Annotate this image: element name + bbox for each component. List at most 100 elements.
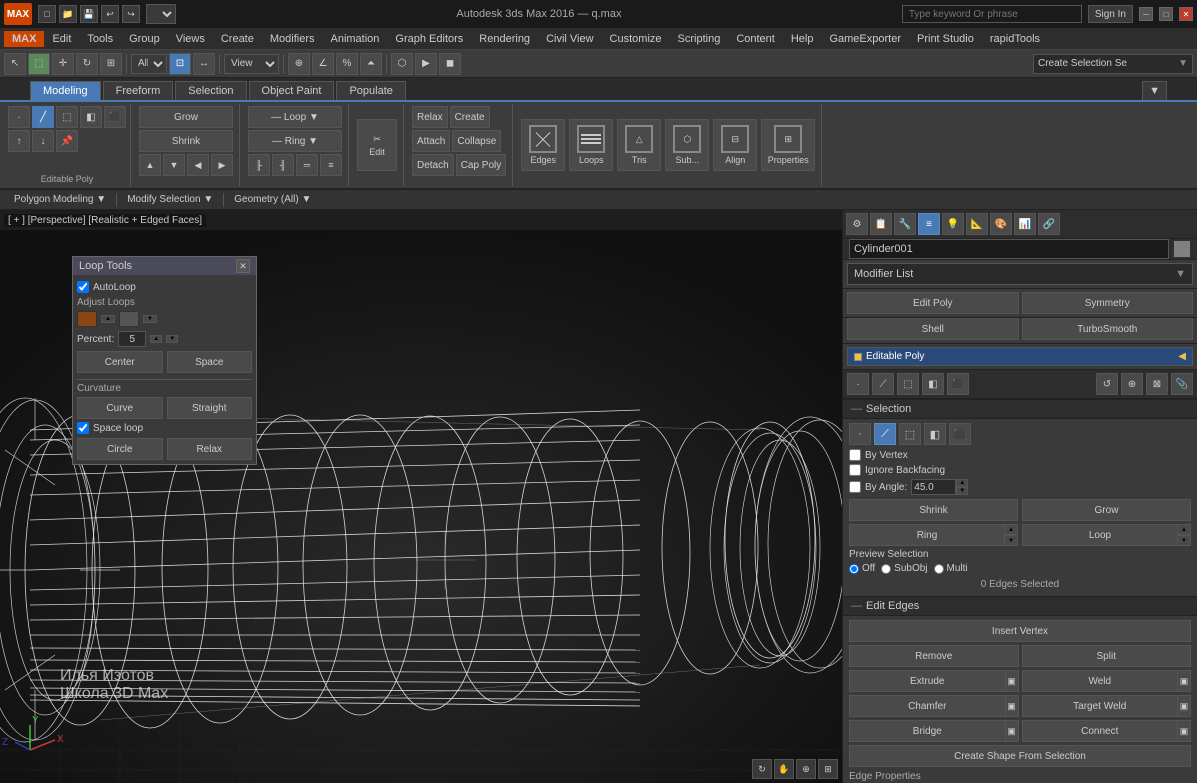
angle-up-btn[interactable]: ▲: [956, 479, 968, 487]
off-radio[interactable]: [849, 564, 859, 574]
obj-name-input[interactable]: [849, 239, 1169, 259]
loop-arrow-left-btn[interactable]: ◀: [187, 154, 209, 176]
align-btn[interactable]: ⊟ Align: [713, 119, 757, 171]
collapse-btn[interactable]: Collapse: [452, 130, 501, 152]
percent-input[interactable]: [118, 331, 146, 347]
vp-zoom-btn[interactable]: ⊕: [796, 759, 816, 779]
new-btn[interactable]: □: [38, 5, 56, 23]
percent-snap-btn[interactable]: %: [336, 53, 358, 75]
menu-print-studio[interactable]: Print Studio: [909, 31, 982, 47]
loop-up-btn[interactable]: ▲: [1177, 524, 1191, 535]
sel-shrink-btn[interactable]: Shrink: [849, 499, 1018, 521]
scale-btn[interactable]: ⊞: [100, 53, 122, 75]
space-btn[interactable]: Space: [167, 351, 253, 373]
target-weld-btn[interactable]: Target Weld: [1022, 695, 1178, 717]
loop-tools-close-btn[interactable]: ✕: [236, 259, 250, 273]
search-box[interactable]: [902, 5, 1082, 23]
by-angle-checkbox[interactable]: [849, 481, 861, 493]
modify-selection-label[interactable]: Modify Selection ▼: [121, 193, 219, 206]
create-btn[interactable]: Create: [450, 106, 490, 128]
angle-dn-btn[interactable]: ▼: [956, 487, 968, 495]
create-shape-btn[interactable]: Create Shape From Selection: [849, 745, 1191, 767]
weld-btn[interactable]: Weld: [1022, 670, 1178, 692]
symmetry-btn[interactable]: Symmetry: [1022, 292, 1194, 314]
off-radio-label[interactable]: Off: [849, 563, 875, 574]
relax-lt-btn[interactable]: Relax: [167, 438, 253, 460]
search-input[interactable]: [909, 9, 1075, 20]
weld-arrow-btn[interactable]: ▣: [1177, 670, 1191, 692]
workspace-dropdown[interactable]: Workspace: Default: [146, 4, 176, 24]
modifier-list-dropdown[interactable]: Modifier List ▼: [847, 263, 1193, 285]
rp-icon-1[interactable]: ⚙: [846, 213, 868, 235]
cap-poly-btn[interactable]: Cap Poly: [456, 154, 507, 176]
ep-face-btn[interactable]: ◧: [80, 106, 102, 128]
ep-element-btn[interactable]: ⬛: [104, 106, 126, 128]
loop-tools-title-bar[interactable]: Loop Tools ✕: [73, 257, 256, 275]
sel-grow-btn[interactable]: Grow: [1022, 499, 1191, 521]
percent-up-btn[interactable]: ▲: [150, 335, 162, 343]
minimize-btn[interactable]: ─: [1139, 7, 1153, 21]
rp-icon-9[interactable]: 🔗: [1038, 213, 1060, 235]
open-btn[interactable]: 📁: [59, 5, 77, 23]
swatch-up-btn[interactable]: ▲: [101, 315, 115, 323]
ep-edge-btn[interactable]: ╱: [32, 106, 54, 128]
menu-tools[interactable]: Tools: [79, 31, 121, 47]
angle-snap-btn[interactable]: ∠: [312, 53, 334, 75]
obj-color-box[interactable]: [1173, 240, 1191, 258]
sel-vertex-icon[interactable]: ·: [849, 423, 871, 445]
color-swatch-2[interactable]: [119, 311, 139, 327]
straight-btn[interactable]: Straight: [167, 397, 253, 419]
render-frame-btn[interactable]: ◼: [439, 53, 461, 75]
redo-btn[interactable]: ↪: [122, 5, 140, 23]
insert-vertex-btn[interactable]: Insert Vertex: [849, 620, 1191, 642]
select-btn[interactable]: ↖: [4, 53, 26, 75]
loop-btn[interactable]: — Loop ▼: [248, 106, 342, 128]
spinner-snap-btn[interactable]: ⏶: [360, 53, 382, 75]
vp-orbit-btn[interactable]: ↻: [752, 759, 772, 779]
view-dropdown[interactable]: View: [224, 54, 279, 74]
loop-extra4[interactable]: ≡: [320, 154, 342, 176]
subobj-icon-3[interactable]: ⬚: [897, 373, 919, 395]
extrude-arrow-btn[interactable]: ▣: [1005, 670, 1019, 692]
loop-extra1[interactable]: ╟: [248, 154, 270, 176]
loop-arrow-dn-btn[interactable]: ▼: [163, 154, 185, 176]
subobj-icon-4[interactable]: ◧: [922, 373, 944, 395]
filter-dropdown[interactable]: All: [131, 54, 167, 74]
polygon-modeling-label[interactable]: Polygon Modeling ▼: [8, 193, 112, 206]
subobj-icon-6[interactable]: ↺: [1096, 373, 1118, 395]
rp-icon-2[interactable]: 📋: [870, 213, 892, 235]
menu-customize[interactable]: Customize: [602, 31, 670, 47]
tab-selection[interactable]: Selection: [175, 81, 246, 100]
loop-arrow-up-btn[interactable]: ▲: [139, 154, 161, 176]
save-btn[interactable]: 💾: [80, 5, 98, 23]
by-angle-input[interactable]: [911, 479, 956, 495]
edit-big-btn[interactable]: ✂ Edit: [357, 119, 397, 171]
subobj-icon-5[interactable]: ⬛: [947, 373, 969, 395]
ref-coord-btn[interactable]: ⊡: [169, 53, 191, 75]
multi-radio[interactable]: [934, 564, 944, 574]
loop-arrow-right-btn[interactable]: ▶: [211, 154, 233, 176]
shell-btn[interactable]: Shell: [847, 318, 1019, 340]
shrink-btn[interactable]: Shrink: [139, 130, 233, 152]
connect-btn[interactable]: Connect: [1022, 720, 1178, 742]
geometry-all-label[interactable]: Geometry (All) ▼: [228, 193, 317, 206]
ring-btn[interactable]: — Ring ▼: [248, 130, 342, 152]
render-setup-btn[interactable]: ⬡: [391, 53, 413, 75]
ep-stack-btn1[interactable]: ↑: [8, 130, 30, 152]
ep-vertex-btn[interactable]: ·: [8, 106, 30, 128]
menu-content[interactable]: Content: [728, 31, 783, 47]
ring-dn-btn[interactable]: ▼: [1004, 535, 1018, 546]
center-btn[interactable]: Center: [77, 351, 163, 373]
multi-radio-label[interactable]: Multi: [934, 563, 968, 574]
attach-btn[interactable]: Attach: [412, 130, 450, 152]
menu-group[interactable]: Group: [121, 31, 168, 47]
curve-btn[interactable]: Curve: [77, 397, 163, 419]
selection-panel-header[interactable]: — Selection: [843, 400, 1197, 419]
menu-help[interactable]: Help: [783, 31, 822, 47]
rp-icon-5[interactable]: 💡: [942, 213, 964, 235]
sel-face-icon[interactable]: ◧: [924, 423, 946, 445]
ring-up-btn[interactable]: ▲: [1004, 524, 1018, 535]
tris-btn[interactable]: △ Tris: [617, 119, 661, 171]
close-btn[interactable]: ✕: [1179, 7, 1193, 21]
sub-btn[interactable]: ⬡ Sub...: [665, 119, 709, 171]
